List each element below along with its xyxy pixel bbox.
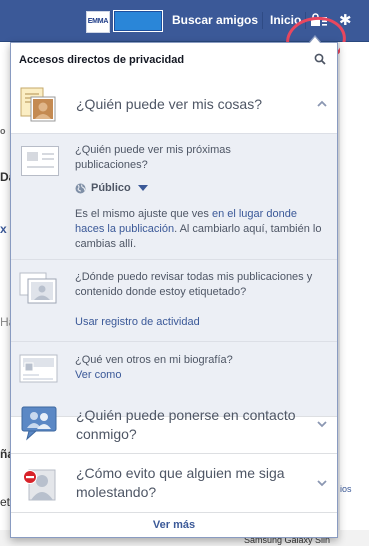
contact-speech-bubble-icon	[21, 406, 57, 441]
flyout-header: Accesos directos de privacidad	[11, 43, 337, 77]
future-posts-setting: ¿Quién puede ver mis próximas publicacio…	[11, 133, 337, 259]
section-who-can-see: ¿Quién puede ver mis cosas? ¿Quién puede…	[11, 76, 337, 417]
same-setting-note: Es el mismo ajuste que ves en el lugar d…	[75, 207, 325, 252]
chevron-up-icon	[317, 100, 327, 107]
page-logo[interactable]: EMMA	[86, 11, 110, 33]
timeline-question: ¿Qué ven otros en mi biografía?	[75, 354, 233, 366]
background-fragment: o	[0, 126, 6, 136]
background-page-right	[340, 42, 369, 546]
chevron-down-icon	[317, 480, 327, 487]
future-posts-question: ¿Quién puede ver mis próximas publicacio…	[75, 144, 231, 171]
timeline-preview-icon	[19, 354, 58, 383]
audience-label: Público	[91, 182, 131, 194]
chevron-down-icon	[317, 421, 327, 428]
section-who-can-contact[interactable]: ¿Quién puede ponerse en contacto conmigo…	[11, 396, 337, 454]
audience-selector[interactable]: Público	[75, 182, 148, 194]
privacy-shortcuts-flyout: Accesos directos de privacidad ¿Quién pu…	[10, 42, 338, 538]
review-posts-setting: ¿Dónde puedo revisar todas mis publicaci…	[11, 259, 337, 341]
block-user-icon	[23, 469, 56, 501]
background-fragment: ios	[340, 484, 352, 494]
see-more-link[interactable]: Ver más	[11, 513, 337, 537]
profile-name-button[interactable]	[113, 10, 163, 32]
search-icon[interactable]	[314, 53, 326, 65]
activity-log-icon	[19, 272, 57, 304]
section-who-can-see-header[interactable]: ¿Quién puede ver mis cosas?	[11, 76, 337, 133]
section-question: ¿Quién puede ponerse en contacto conmigo…	[76, 407, 296, 442]
background-page-left	[0, 42, 10, 546]
my-stuff-icon	[20, 87, 56, 122]
find-friends-link[interactable]: Buscar amigos	[172, 13, 258, 27]
activity-log-link[interactable]: Usar registro de actividad	[75, 315, 200, 330]
background-fragment: et	[0, 495, 11, 509]
background-fragment: x	[0, 222, 7, 236]
note-prefix: Es el mismo ajuste que ves	[75, 208, 212, 220]
flyout-title: Accesos directos de privacidad	[19, 54, 185, 66]
section-block-someone[interactable]: ¿Cómo evito que alguien me siga molestan…	[11, 454, 337, 513]
flyout-pointer-fill	[309, 37, 321, 44]
review-question: ¿Dónde puedo revisar todas mis publicaci…	[75, 271, 313, 298]
section-question: ¿Quién puede ver mis cosas?	[76, 96, 262, 112]
view-as-link[interactable]: Ver como	[75, 368, 121, 383]
globe-icon	[75, 183, 86, 193]
logo-text: EMMA	[87, 18, 109, 25]
nav-divider	[262, 12, 263, 29]
section-question: ¿Cómo evito que alguien me siga molestan…	[76, 465, 285, 500]
future-posts-thumbnail	[21, 146, 59, 176]
dropdown-caret-icon	[137, 185, 148, 191]
